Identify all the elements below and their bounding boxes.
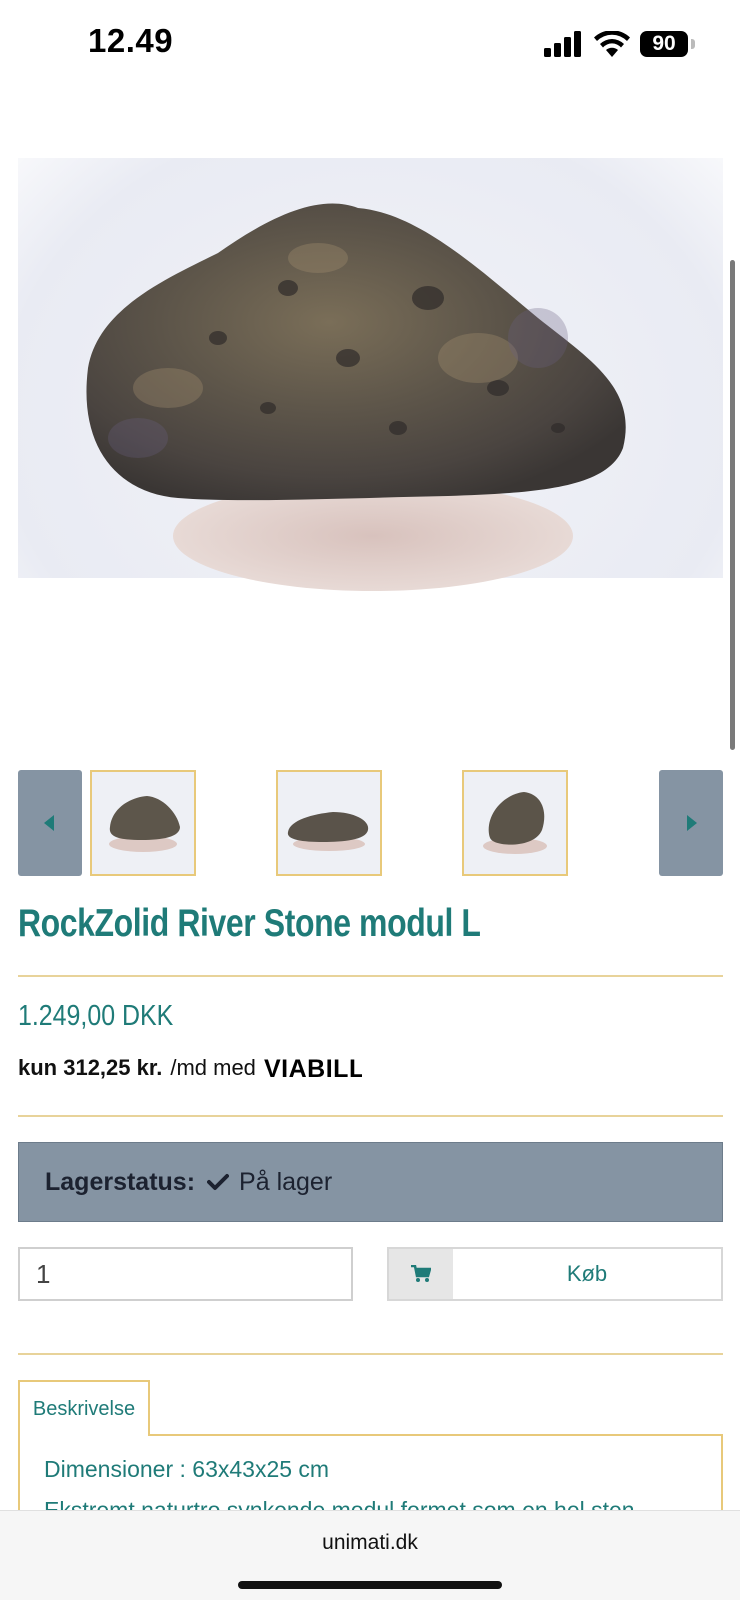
checkmark-icon (207, 1173, 230, 1191)
product-price: 1.249,00 DKK (18, 1000, 174, 1032)
stock-status: Lagerstatus: På lager (18, 1142, 723, 1222)
arrow-left-icon (44, 815, 54, 831)
viabill-logo-text: VIABILL (264, 1056, 362, 1080)
thumbnail-1[interactable] (90, 770, 196, 876)
divider (18, 975, 723, 977)
divider (18, 1353, 723, 1355)
battery-level: 90 (652, 32, 676, 55)
buy-label: Køb (566, 1261, 608, 1286)
battery-icon: 90 (640, 31, 695, 57)
stock-value: På lager (239, 1167, 333, 1196)
arrow-right-icon (687, 815, 697, 831)
quantity-value: 1 (36, 1258, 51, 1289)
tab-description[interactable]: Beskrivelse (18, 1380, 150, 1436)
stock-label: Lagerstatus: (45, 1167, 196, 1196)
status-icons: 90 (544, 28, 695, 60)
page-scrollbar[interactable] (730, 260, 735, 750)
divider (18, 1115, 723, 1117)
browser-bar: unimati.dk (0, 1510, 740, 1600)
financing-amount: kun 312,25 kr. (18, 1055, 163, 1080)
url-display[interactable]: unimati.dk (0, 1531, 740, 1555)
home-indicator[interactable] (238, 1581, 502, 1589)
image-carousel (18, 770, 723, 876)
description-dimensions: Dimensioner : 63x43x25 cm (44, 1456, 330, 1482)
thumbnail-2[interactable] (276, 770, 382, 876)
quantity-input[interactable]: 1 (18, 1247, 353, 1301)
status-time: 12.49 (88, 22, 174, 59)
carousel-prev-button[interactable] (18, 770, 82, 876)
product-title: RockZolid River Stone modul L (18, 902, 481, 945)
buy-button[interactable]: Køb (387, 1247, 723, 1301)
thumbnail-3[interactable] (462, 770, 568, 876)
status-bar: 12.49 90 (0, 0, 740, 90)
financing-suffix: /md med (170, 1055, 256, 1080)
product-main-image[interactable] (18, 158, 723, 738)
rock-image (18, 158, 723, 738)
wifi-icon (594, 31, 630, 57)
viabill-logo[interactable]: VIABILL (264, 1056, 362, 1080)
cellular-signal-icon (544, 31, 581, 57)
cart-icon (389, 1249, 453, 1299)
carousel-next-button[interactable] (659, 770, 723, 876)
financing-line: kun 312,25 kr. /md med VIABILL (18, 1055, 362, 1081)
